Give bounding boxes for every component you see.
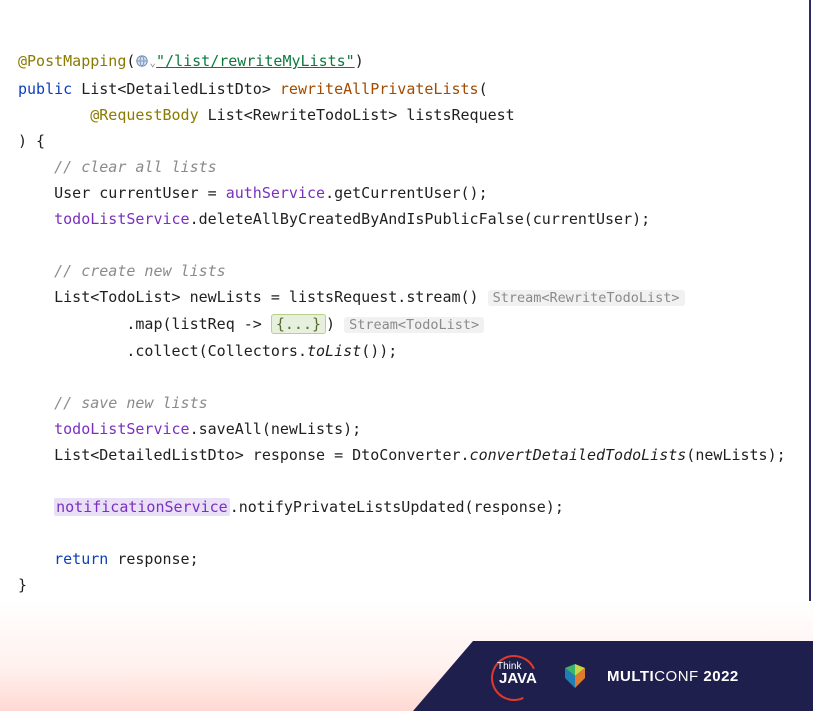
globe-icon <box>135 54 149 68</box>
param-name: listsRequest <box>406 106 514 124</box>
line-user-head: User currentUser = <box>54 184 226 202</box>
type-hint-2: Stream<TodoList> <box>344 317 484 333</box>
slide-frame: @PostMapping(⌄"/list/rewriteMyLists") pu… <box>0 0 813 711</box>
line-collect-tail: ()); <box>361 342 397 360</box>
method-name: rewriteAllPrivateLists <box>280 80 479 98</box>
line-saveall-tail: .saveAll(newLists); <box>190 420 362 438</box>
multi: MULTI <box>607 668 654 685</box>
line-user-tail: .getCurrentUser(); <box>325 184 488 202</box>
comment-save: // save new lists <box>54 394 208 412</box>
keyword-return: return <box>54 550 108 568</box>
field-notificationservice: notificationService <box>54 498 230 516</box>
line-map-head: .map(listReq -> <box>126 315 271 333</box>
year: 2022 <box>703 668 738 685</box>
url-string: "/list/rewriteMyLists" <box>156 52 355 70</box>
field-todolistservice-2: todoListService <box>54 420 189 438</box>
comment-create: // create new lists <box>54 262 226 280</box>
multiconf-text: MULTICONF 2022 <box>607 668 739 685</box>
comment-clear: // clear all lists <box>54 158 217 176</box>
return-tail: response; <box>108 550 198 568</box>
field-todolistservice-1: todoListService <box>54 210 189 228</box>
return-type: List<DetailedListDto> <box>81 80 271 98</box>
conf: CONF <box>654 668 703 685</box>
field-authservice: authService <box>226 184 325 202</box>
type-hint-1: Stream<RewriteTodoList> <box>488 290 685 306</box>
think-java-text: Think JAVA <box>497 661 537 685</box>
static-tolist: toList <box>307 342 361 360</box>
line-delete-tail: .deleteAllByCreatedByAndIsPublicFalse(cu… <box>190 210 651 228</box>
static-convert: convertDetailedTodoLists <box>470 446 687 464</box>
line-notify-tail: .notifyPrivateListsUpdated(response); <box>230 498 564 516</box>
banner-inner: Think JAVA MULTICONF 2022 <box>473 641 813 711</box>
right-border <box>809 0 811 630</box>
think-java-logo: Think JAVA <box>487 653 543 699</box>
footer-banner: Think JAVA MULTICONF 2022 <box>473 641 813 711</box>
line-resp-head: List<DetailedListDto> response = DtoConv… <box>54 446 469 464</box>
annotation-postmapping: @PostMapping <box>18 52 126 70</box>
line-resp-tail: (newLists); <box>686 446 785 464</box>
line-newlists-head: List<TodoList> newLists = listsRequest.s… <box>54 288 478 306</box>
multiconf-arrow-icon <box>565 664 585 688</box>
param-type: List<RewriteTodoList> <box>208 106 398 124</box>
code-fold[interactable]: {...} <box>271 314 326 334</box>
logo-java: JAVA <box>499 673 537 685</box>
footer-gradient: Think JAVA MULTICONF 2022 <box>0 601 813 711</box>
line-collect-head: .collect(Collectors. <box>126 342 307 360</box>
line-map-tail: ) <box>326 315 335 333</box>
annotation-requestbody: @RequestBody <box>90 106 198 124</box>
code-block: @PostMapping(⌄"/list/rewriteMyLists") pu… <box>0 0 813 598</box>
keyword-public: public <box>18 80 72 98</box>
